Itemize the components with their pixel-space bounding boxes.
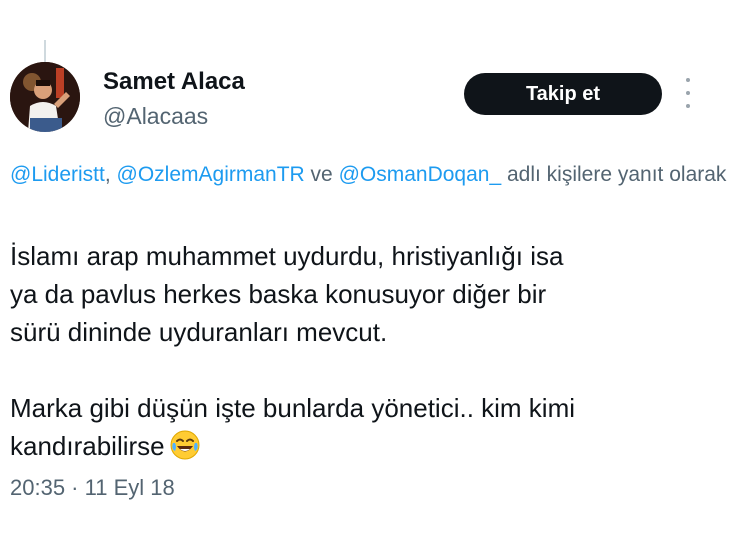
reply-context-suffix: adlı kişilere yanıt olarak	[501, 163, 727, 186]
tweet-date[interactable]: 20:35 · 11 Eyl 18	[10, 475, 175, 501]
tweet-line: ya da pavlus herkes baska konusuyor diğe…	[10, 279, 547, 309]
tweet-line: sürü dininde uyduranları mevcut.	[10, 317, 388, 347]
timestamp-date: 11 Eyl 18	[84, 475, 175, 500]
timestamp-separator: ·	[65, 475, 85, 500]
more-options-icon[interactable]	[680, 78, 696, 108]
mention-conjunction: ve	[304, 163, 339, 186]
avatar-image	[10, 62, 80, 132]
timestamp-time: 20:35	[10, 475, 66, 500]
mention-separator: ,	[104, 163, 117, 186]
thread-connector-line	[44, 40, 46, 62]
tweet-line-text: kandırabilirse	[10, 431, 165, 461]
follow-button[interactable]: Takip et	[464, 73, 662, 115]
tweet-line: İslamı arap muhammet uydurdu, hristiyanl…	[10, 241, 564, 271]
tweet-line-with-emoji: kandırabilirse	[10, 427, 740, 465]
reply-context: @Lideristt, @OzlemAgirmanTR ve @OsmanDoq…	[10, 158, 740, 192]
mention-link[interactable]: @Lideristt	[10, 163, 105, 186]
mention-link[interactable]: @OzlemAgirmanTR	[117, 163, 305, 186]
tweet-text: İslamı arap muhammet uydurdu, hristiyanl…	[10, 237, 740, 465]
dot	[686, 78, 690, 82]
dot	[686, 91, 690, 95]
author-name[interactable]: Samet Alaca	[103, 68, 245, 96]
author-handle[interactable]: @Alacaas	[103, 103, 208, 130]
dot	[686, 104, 690, 108]
avatar[interactable]	[10, 62, 80, 132]
tweet-line: Marka gibi düşün işte bunlarda yönetici.…	[10, 393, 576, 423]
face-with-tears-of-joy-icon	[169, 429, 201, 461]
mention-link[interactable]: @OsmanDoqan_	[339, 163, 502, 186]
